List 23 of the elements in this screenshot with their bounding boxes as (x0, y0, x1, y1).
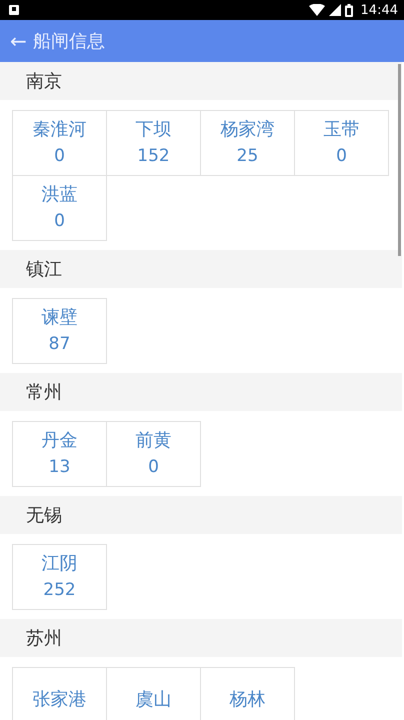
lock-cell[interactable]: 杨家湾 25 (200, 110, 295, 176)
city-name: 南京 (26, 70, 62, 93)
battery-icon (344, 4, 353, 16)
lock-cell[interactable]: 张家港 (12, 667, 107, 720)
city-name: 镇江 (26, 258, 62, 281)
signal-icon (328, 4, 341, 16)
lock-cell[interactable]: 秦淮河 0 (12, 110, 107, 176)
city-name: 苏州 (26, 627, 62, 650)
wifi-icon (308, 4, 325, 16)
city-name: 无锡 (26, 504, 62, 527)
lock-cell[interactable]: 丹金 13 (12, 421, 107, 487)
lock-cell[interactable]: 谏壁 87 (12, 298, 107, 364)
lock-cell[interactable]: 下坝 152 (106, 110, 201, 176)
lock-cell[interactable]: 前黄 0 (106, 421, 201, 487)
status-time: 14:44 (360, 2, 398, 18)
page-title: 船闸信息 (32, 30, 105, 53)
lock-cell[interactable]: 玉带 0 (294, 110, 389, 176)
lock-cell[interactable]: 杨林 (200, 667, 295, 720)
lock-cell[interactable]: 江阴 252 (12, 544, 107, 610)
lock-cell[interactable]: 洪蓝 0 (12, 175, 107, 241)
city-name: 常州 (26, 381, 62, 404)
back-button[interactable]: ← (0, 29, 33, 53)
notification-icon (8, 4, 20, 16)
